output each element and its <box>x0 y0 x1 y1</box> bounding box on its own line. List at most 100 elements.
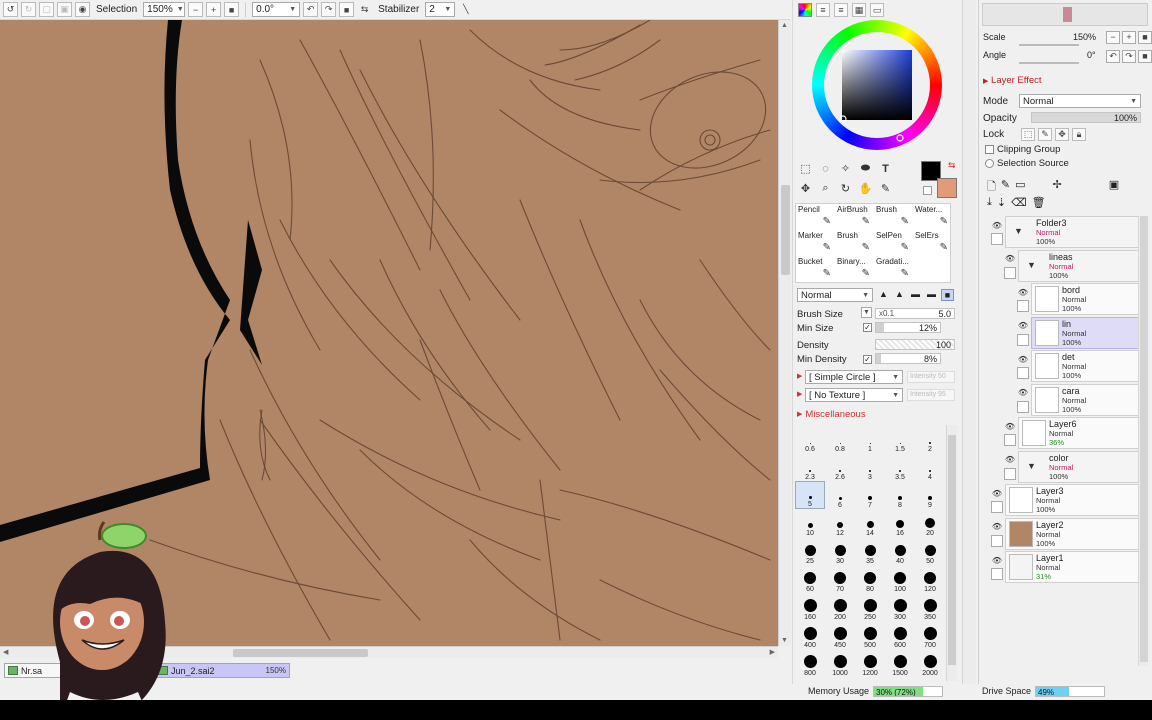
navigator-preview[interactable] <box>982 3 1148 26</box>
rotate-left-icon[interactable]: ↶ <box>1106 50 1120 63</box>
layer-link-box[interactable] <box>991 501 1003 513</box>
layer-link-box[interactable] <box>991 568 1003 580</box>
layer-row[interactable]: cara Normal 100% <box>1031 383 1145 416</box>
move-icon[interactable]: ✥ <box>797 180 814 197</box>
brush-size-preset[interactable]: 1500 <box>885 649 915 677</box>
layer-effect-section[interactable]: ▶ Layer Effect <box>983 75 1042 86</box>
rgb-sliders-icon[interactable]: ≡ <box>816 3 830 17</box>
layer-row[interactable]: Layer3 Normal 100% <box>1005 484 1145 516</box>
delete-layer-icon[interactable]: 🗑︎ <box>1032 196 1046 209</box>
brush-size-preset[interactable]: 2 <box>915 425 945 453</box>
density-slider[interactable]: 100 <box>875 339 955 350</box>
selection-visibility-icon[interactable]: ◉ <box>75 2 90 17</box>
layer-visibility-icon[interactable]: 👁︎ <box>1004 454 1016 466</box>
layer-link-box[interactable] <box>1017 400 1029 413</box>
hsv-sliders-icon[interactable]: ≡ <box>834 3 848 17</box>
panel-scrollbar[interactable] <box>962 0 976 684</box>
brush-size-preset[interactable]: 120 <box>915 565 945 593</box>
scroll-thumb[interactable] <box>781 185 790 275</box>
layer-folder[interactable]: ▼ color Normal 100% <box>1018 450 1145 483</box>
color-wheel[interactable] <box>812 20 942 150</box>
scroll-thumb[interactable] <box>1140 216 1148 662</box>
layer-folder[interactable]: ▼ lineas Normal 100% <box>1018 249 1145 282</box>
selection-source-row[interactable]: Selection Source <box>985 158 1069 169</box>
navigator-viewport[interactable] <box>1063 7 1072 22</box>
scroll-thumb[interactable] <box>948 435 956 665</box>
brush-size-preset[interactable]: 0.8 <box>825 425 855 453</box>
brush-texture-select[interactable]: [ No Texture ] ▼ <box>805 388 903 402</box>
brush-size-preset[interactable]: 500 <box>855 621 885 649</box>
redo-icon[interactable]: ↻ <box>21 2 36 17</box>
lasso-icon[interactable]: ◌ <box>817 160 834 177</box>
layer-visibility-icon[interactable]: 👁︎ <box>991 554 1003 566</box>
rotate-right-icon[interactable]: ↷ <box>1122 50 1136 63</box>
min-size-checkbox[interactable]: ✓ <box>863 323 872 332</box>
rotate-icon[interactable]: ↻ <box>837 180 854 197</box>
layer-mask-icon[interactable]: ▣ <box>1109 178 1119 197</box>
background-color-swatch[interactable] <box>937 178 957 198</box>
new-folder-icon[interactable]: ▭ <box>1015 178 1025 197</box>
brush-tool-slot[interactable]: Bucket ✎ <box>796 256 835 282</box>
brush-tool-slot[interactable]: Water... ✎ <box>913 204 952 230</box>
tip-shape-icon[interactable]: ▬ <box>925 289 938 301</box>
size-multiplier-dropdown[interactable]: ▼ <box>861 307 872 318</box>
rect-select-icon[interactable]: ⬚ <box>797 160 814 177</box>
brush-size-preset[interactable]: 10 <box>795 509 825 537</box>
layer-transform-icon[interactable]: ✢ <box>1052 178 1061 197</box>
layer-link-box[interactable] <box>991 534 1003 547</box>
lock-paint-icon[interactable]: ✎ <box>1038 128 1052 141</box>
brush-size-preset[interactable]: 300 <box>885 593 915 621</box>
layer-link-box[interactable] <box>1004 467 1016 480</box>
tip-shape-icon[interactable]: ■ <box>941 289 954 301</box>
lock-all-icon[interactable]: 🔒︎ <box>1072 128 1086 141</box>
layer-link-box[interactable] <box>1017 367 1029 379</box>
brush-size-preset[interactable]: 40 <box>885 537 915 565</box>
brush-size-preset[interactable]: 0.6 <box>795 425 825 453</box>
invert-selection-icon[interactable]: ▣ <box>57 2 72 17</box>
straight-line-icon[interactable]: ╲ <box>458 2 473 17</box>
zoom-out-icon[interactable]: − <box>188 2 204 17</box>
zoom-reset-icon[interactable]: ■ <box>1138 31 1152 44</box>
brush-size-preset[interactable]: 14 <box>855 509 885 537</box>
layer-visibility-icon[interactable]: 👁︎ <box>991 219 1003 231</box>
brush-size-preset[interactable]: 2.3 <box>795 453 825 481</box>
brush-size-preset[interactable]: 25 <box>795 537 825 565</box>
eyedropper-icon[interactable]: ✎ <box>877 180 894 197</box>
layer-visibility-icon[interactable]: 👁︎ <box>1017 353 1029 365</box>
layer-visibility-icon[interactable]: 👁︎ <box>991 487 1003 499</box>
min-size-slider[interactable]: 12% <box>875 322 941 333</box>
brush-size-preset[interactable]: 1200 <box>855 649 885 677</box>
brush-size-preset[interactable]: 4 <box>915 453 945 481</box>
zoom-in-icon[interactable]: + <box>206 2 222 17</box>
brush-size-preset[interactable]: 100 <box>885 565 915 593</box>
brush-blend-mode-select[interactable]: Normal ▼ <box>797 288 873 302</box>
clipping-group-row[interactable]: Clipping Group <box>985 144 1060 155</box>
lock-transparency-icon[interactable]: ⬚ <box>1021 128 1035 141</box>
brush-tool-slot[interactable]: Binary... ✎ <box>835 256 874 282</box>
brush-size-preset[interactable]: 600 <box>885 621 915 649</box>
layer-visibility-icon[interactable]: 👁︎ <box>1017 387 1029 399</box>
brush-size-slider[interactable]: x0.1 5.0 <box>875 308 955 319</box>
angle-slider[interactable] <box>1019 62 1079 64</box>
brush-shape-select[interactable]: [ Simple Circle ] ▼ <box>805 370 903 384</box>
brush-tool-slot[interactable]: Pencil ✎ <box>796 204 835 230</box>
brush-size-preset[interactable]: 8 <box>885 481 915 509</box>
layer-opacity-slider[interactable]: 100% <box>1031 112 1141 123</box>
brush-size-preset[interactable]: 700 <box>915 621 945 649</box>
brush-tool-slot[interactable]: Marker ✎ <box>796 230 835 256</box>
layer-link-box[interactable] <box>1017 333 1029 346</box>
tip-shape-icon[interactable]: ▲ <box>893 289 906 301</box>
text-tool-icon[interactable]: T <box>877 160 894 177</box>
layer-visibility-icon[interactable]: 👁︎ <box>991 521 1003 533</box>
brush-size-preset[interactable]: 6 <box>825 481 855 509</box>
folder-collapse-icon[interactable]: ▼ <box>1014 226 1023 236</box>
brush-size-preset[interactable]: 9 <box>915 481 945 509</box>
magic-wand-icon[interactable]: ✧ <box>837 160 854 177</box>
layer-link-box[interactable] <box>1004 266 1016 279</box>
layer-visibility-icon[interactable]: 👁︎ <box>1017 286 1029 298</box>
transfer-down-icon[interactable]: ⇣ <box>997 196 1006 209</box>
min-density-checkbox[interactable]: ✓ <box>863 355 872 364</box>
new-layer-icon[interactable]: 🗋︎ <box>987 178 996 197</box>
layer-link-box[interactable] <box>1017 300 1029 312</box>
fill-select-icon[interactable]: ⬬ <box>857 160 874 177</box>
